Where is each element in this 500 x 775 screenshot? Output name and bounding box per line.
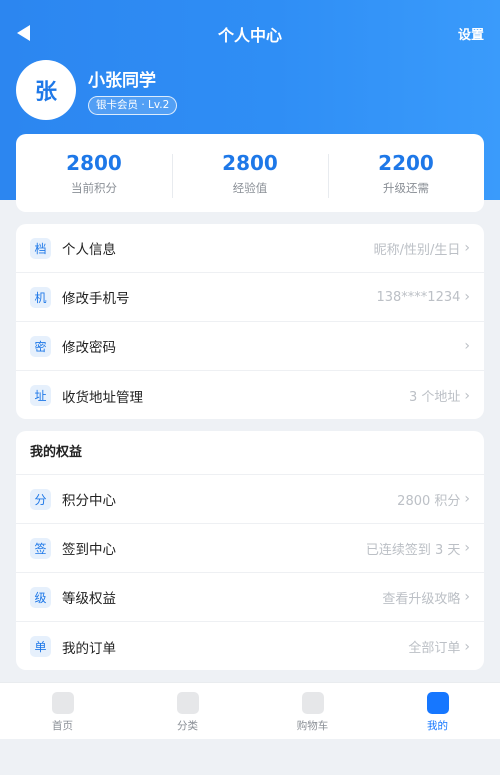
tab-label: 购物车	[296, 720, 329, 732]
menu-item-checkin-center[interactable]: 签 签到中心 已连续签到 3 天 ›	[16, 524, 484, 573]
stat-label: 升级还需	[383, 181, 429, 195]
menu-item-personal-info[interactable]: 档 个人信息 昵称/性别/生日 ›	[16, 224, 484, 273]
points-icon: 分	[30, 488, 51, 510]
stats-card: 2800 当前积分 2800 经验值 2200 升级还需	[16, 134, 484, 212]
stat-value: 2800	[222, 151, 278, 175]
profile-icon: 档	[30, 237, 51, 259]
menu-item-label: 修改手机号	[62, 291, 130, 307]
menu-item-label: 个人信息	[62, 242, 116, 258]
chevron-right-icon: ›	[464, 387, 470, 404]
menu-item-value: 全部订单	[408, 641, 461, 656]
tab-home[interactable]: 首页	[0, 683, 125, 739]
page-title: 个人中心	[217, 26, 282, 45]
tab-label: 首页	[52, 720, 73, 732]
menu-item-label: 修改密码	[62, 340, 116, 356]
tab-category[interactable]: 分类	[125, 683, 250, 739]
level-icon: 级	[30, 586, 51, 608]
stat-value: 2200	[378, 151, 434, 175]
tab-label: 分类	[177, 720, 198, 732]
menu-item-points-center[interactable]: 分 积分中心 2800 积分 ›	[16, 475, 484, 524]
menu-item-address-management[interactable]: 址 收货地址管理 3 个地址 ›	[16, 371, 484, 419]
menu-item-value: 138****1234	[376, 289, 461, 305]
menu-item-value: 昵称/性别/生日	[373, 242, 461, 258]
chevron-right-icon: ›	[464, 338, 470, 354]
bottom-tab-bar: 首页 分类 购物车 我的	[0, 682, 500, 739]
menu-item-value: 2800 积分	[397, 493, 461, 509]
settings-button[interactable]: 设置	[458, 24, 484, 43]
menu-item-value: 3 个地址	[408, 390, 461, 405]
stat-upgrade-needed[interactable]: 2200 升级还需	[328, 150, 484, 198]
phone-icon: 机	[30, 286, 51, 308]
chevron-right-icon: ›	[464, 240, 470, 256]
menu-item-value: 查看升级攻略	[382, 591, 461, 607]
menu-item-label: 收货地址管理	[62, 389, 143, 406]
menu-item-label: 积分中心	[62, 493, 116, 509]
stat-value: 2800	[66, 151, 122, 175]
chevron-right-icon: ›	[464, 589, 470, 605]
menu-item-level-benefits[interactable]: 级 等级权益 查看升级攻略 ›	[16, 573, 484, 622]
menu-item-label: 等级权益	[62, 591, 116, 607]
category-icon	[176, 692, 199, 714]
benefits-title: 我的权益	[16, 431, 484, 475]
menu-item-change-phone[interactable]: 机 修改手机号 138****1234 ›	[16, 273, 484, 322]
password-icon: 密	[30, 335, 51, 357]
stat-label: 经验值	[232, 181, 268, 195]
benefits-card: 我的权益 分 积分中心 2800 积分 › 签 签到中心 已连续签到 3 天 ›…	[16, 431, 484, 670]
stat-points[interactable]: 2800 当前积分	[16, 150, 172, 196]
menu-item-label: 签到中心	[62, 542, 116, 558]
checkin-icon: 签	[30, 537, 51, 559]
user-icon	[426, 692, 449, 714]
cart-icon	[301, 692, 324, 714]
tab-mine[interactable]: 我的	[375, 683, 500, 739]
account-settings-card: 档 个人信息 昵称/性别/生日 › 机 修改手机号 138****1234 › …	[16, 224, 484, 419]
avatar[interactable]: 张	[16, 60, 76, 120]
menu-item-value: 已连续签到 3 天	[365, 542, 461, 558]
home-icon	[51, 692, 74, 714]
menu-item-change-password[interactable]: 密 修改密码 ›	[16, 322, 484, 371]
orders-icon: 单	[30, 636, 51, 657]
chevron-right-icon: ›	[464, 491, 470, 507]
username: 小张同学	[88, 71, 156, 91]
stat-label: 当前积分	[71, 181, 117, 195]
tab-label: 我的	[427, 720, 448, 732]
chevron-right-icon: ›	[464, 540, 470, 556]
profile-page: 个人中心 设置 张 小张同学 银卡会员 · Lv.2 2800 当前积分 280…	[0, 0, 500, 775]
menu-item-my-orders[interactable]: 单 我的订单 全部订单 ›	[16, 622, 484, 670]
top-bar: 个人中心 设置	[0, 14, 500, 52]
menu-item-label: 我的订单	[62, 640, 116, 657]
member-level-badge: 银卡会员 · Lv.2	[88, 96, 178, 115]
chevron-right-icon: ›	[464, 289, 470, 305]
chevron-right-icon: ›	[464, 638, 470, 655]
tab-cart[interactable]: 购物车	[250, 683, 375, 739]
address-icon: 址	[30, 385, 51, 406]
stat-experience[interactable]: 2800 经验值	[172, 150, 328, 198]
